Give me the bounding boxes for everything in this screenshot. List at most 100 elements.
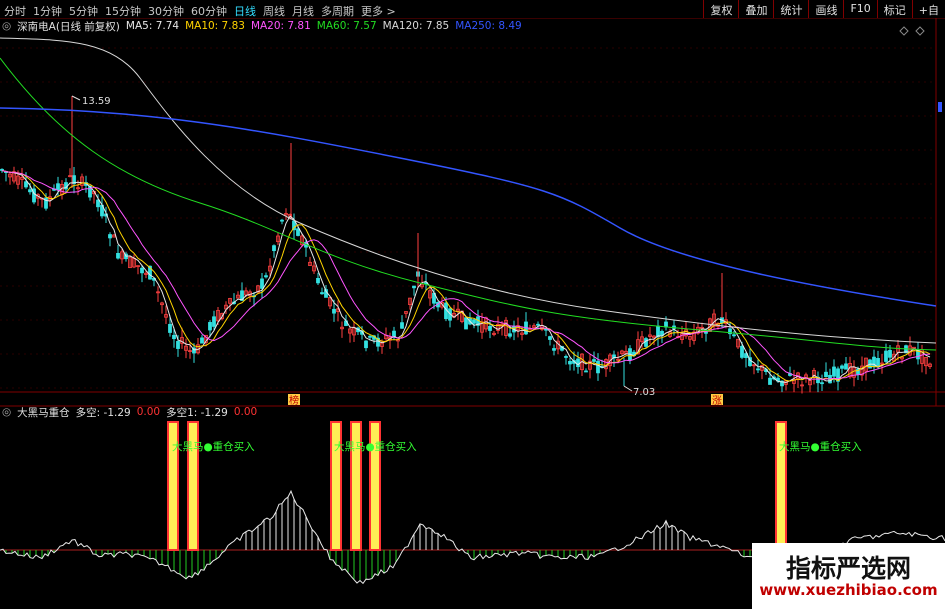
candlesticks [0,96,932,394]
candle-body [140,267,144,274]
candle-body [832,366,836,377]
tool-button-6[interactable]: +自 [911,0,945,18]
indicator-value-3: 0.00 [233,406,258,418]
tool-button-5[interactable]: 标记 [876,0,912,18]
top-toolbar: 分时 1分钟 5分钟 15分钟 30分钟 60分钟 日线 周线 月线 多周期 更多 > 复权 叠加 统计… [0,0,945,19]
candle-body [168,323,172,333]
circle-icon[interactable]: ◎ [2,20,11,32]
period-tab-3[interactable]: 15分钟 [101,0,144,18]
candle-body [464,317,468,330]
period-tab-9[interactable]: 多周期 [317,0,357,18]
ma-value-3: MA60: 7.57 [316,20,377,32]
candle-body [824,371,828,378]
circle-icon[interactable]: ◎ [2,406,11,418]
ma-value-5: MA250: 8.49 [455,20,522,32]
candle-body [316,277,320,284]
candle-body [412,285,416,289]
candle-body [536,323,540,326]
signal-label: 大黑马●重仓买入 [779,440,862,453]
ma-legend: ◎ 深南电A(日线 前复权) MA5: 7.74 MA10: 7.83 MA20: … [2,19,528,33]
candle-body [264,275,268,278]
event-marker-text: 涨 [712,395,722,407]
ma-line [1,170,931,384]
high-pointer [71,95,81,101]
chart-tools: 复权 叠加 统计 画线 F10 标记 +自 [703,0,945,18]
ma-value-2: MA20: 7.81 [250,20,311,32]
event-marker-text: 榜 [289,394,299,407]
high-price-label: 13.59 [82,96,111,107]
period-tab-10[interactable]: 更多 > [357,0,399,18]
moving-average-lines [0,37,937,384]
low-price-label: 7.03 [633,387,655,398]
watermark-title: 指标严选网 [785,554,911,583]
ma120-line [0,37,937,344]
candle-body [172,334,176,340]
candle-body [24,181,28,188]
candle-body [472,319,476,324]
price-tag [938,102,942,112]
candle-body [368,335,372,338]
ma-value-1: MA10: 7.83 [185,20,245,32]
ma-value-0: MA5: 7.74 [125,20,180,32]
tool-button-0[interactable]: 复权 [703,0,738,18]
candle-body [200,337,204,344]
price-annotations: 13.59 7.03 榜 涨 [71,26,942,407]
tool-button-4[interactable]: F10 [843,0,876,18]
candle-body [488,326,492,331]
period-tab-7[interactable]: 周线 [259,0,288,18]
candle-body [592,359,596,362]
period-tab-1[interactable]: 1分钟 [29,0,65,18]
ma-value-4: MA120: 7.85 [382,20,450,32]
candle-body [656,325,660,337]
candle-body [332,308,336,314]
candle-body [508,333,512,337]
indicator-legend: ◎ 大黑马重仓 多空: -1.29 0.00 多空1: -1.29 0.00 [2,405,263,419]
candle-body [568,361,572,365]
diamond-icon [899,26,925,36]
candle-body [400,322,404,329]
candle-body [596,360,600,374]
period-tab-2[interactable]: 5分钟 [65,0,101,18]
indicator-value-1: 0.00 [136,406,161,418]
candle-body [28,189,32,193]
candle-body [96,199,100,208]
ma60-line [0,57,937,351]
candle-body [552,348,556,351]
candle-body [888,349,892,358]
signal-label: 大黑马●重仓买入 [172,440,255,453]
candle-body [756,368,760,371]
candle-body [844,363,848,370]
period-tab-0[interactable]: 分时 [0,0,29,18]
candle-body [820,382,824,385]
candle-body [320,292,324,295]
tool-button-2[interactable]: 统计 [773,0,808,18]
candle-body [564,356,568,358]
candle-body [576,358,580,368]
watermark: 指标严选网 www.xuezhibiao.com [752,543,945,609]
signal-label: 大黑马●重仓买入 [334,440,417,453]
candle-body [208,322,212,331]
indicator-value-2: 多空1: -1.29 [166,406,228,419]
period-tab-5[interactable]: 60分钟 [187,0,230,18]
tool-button-3[interactable]: 画线 [808,0,843,18]
period-tab-8[interactable]: 月线 [288,0,317,18]
indicator-value-0: 多空: -1.29 [75,406,131,419]
candle-body [364,340,368,349]
ma-line [1,170,931,380]
indicator-title: 大黑马重仓 [17,406,70,419]
ma250-line [0,107,937,307]
candle-body [740,345,744,358]
candle-body [116,252,120,259]
main-chart-title: 深南电A(日线 前复权) [17,20,120,33]
candle-body [840,365,844,369]
period-tab-4[interactable]: 30分钟 [144,0,187,18]
kline-chart[interactable]: 13.59 7.03 榜 涨 大黑马●重仓买入 大黑马●重仓买入 大黑马●重仓买入 [0,18,945,609]
candle-body [884,350,888,362]
candle-body [176,341,180,349]
ma-line [1,170,931,382]
candle-body [584,370,588,373]
tool-button-1[interactable]: 叠加 [738,0,773,18]
candle-body [732,334,736,337]
watermark-url: www.xuezhibiao.com [759,581,938,599]
period-tab-6[interactable]: 日线 [230,0,259,18]
